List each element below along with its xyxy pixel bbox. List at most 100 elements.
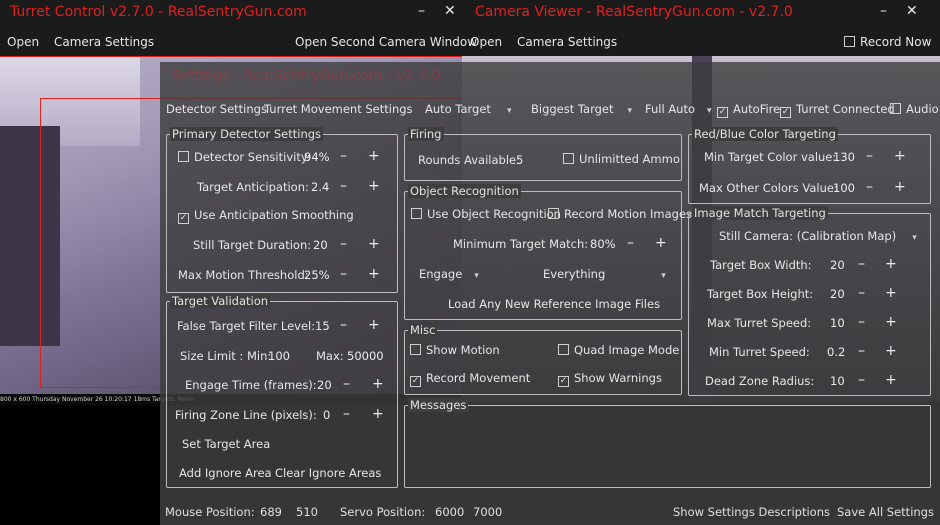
max-speed-minus-button[interactable]: – xyxy=(858,314,865,330)
size-max-label: Max: xyxy=(316,349,344,363)
show-settings-descriptions-button[interactable]: Show Settings Descriptions xyxy=(673,505,830,519)
max-other-value: 100 xyxy=(833,181,855,195)
turret-minimize-button[interactable]: – xyxy=(418,3,425,19)
show-warnings-checkbox[interactable]: ✓ Show Warnings xyxy=(558,371,662,387)
sensitivity-minus-button[interactable]: – xyxy=(340,148,347,164)
false-filter-minus-button[interactable]: – xyxy=(340,317,347,333)
save-all-settings-button[interactable]: Save All Settings xyxy=(837,505,934,519)
engage-select[interactable]: Engage ▾ xyxy=(419,267,479,281)
camera-menu-camera-settings[interactable]: Camera Settings xyxy=(517,35,617,49)
dead-zone-label: Dead Zone Radius: xyxy=(705,374,815,388)
false-filter-label: False Target Filter Level: xyxy=(177,319,316,333)
load-reference-files-button[interactable]: Load Any New Reference Image Files xyxy=(448,297,660,311)
box-height-value: 20 xyxy=(830,287,845,301)
firing-legend: Firing xyxy=(408,127,444,141)
size-max-value[interactable]: 50000 xyxy=(347,349,384,363)
turret-connected-checkbox[interactable]: ✓ Turret Connected xyxy=(780,102,895,118)
record-motion-images-checkbox[interactable]: Record Motion Images xyxy=(548,207,692,221)
check-icon: ✓ xyxy=(558,376,569,387)
firing-zone-plus-button[interactable]: + xyxy=(372,406,384,422)
still-camera-value: Still Camera: (Calibration Map) xyxy=(719,229,897,243)
min-speed-minus-button[interactable]: – xyxy=(858,343,865,359)
fire-mode-select[interactable]: Full Auto ▾ xyxy=(645,102,712,116)
tab-detector-settings[interactable]: Detector Settings xyxy=(166,102,267,116)
messages-legend: Messages xyxy=(408,398,469,412)
smoothing-label: Use Anticipation Smoothing xyxy=(194,208,354,222)
max-speed-value: 10 xyxy=(830,316,845,330)
clear-ignore-areas-button[interactable]: Clear Ignore Areas xyxy=(275,466,381,480)
menu-open-second-camera[interactable]: Open Second Camera Window xyxy=(295,35,477,49)
anticipation-smoothing-checkbox[interactable]: ✓ Use Anticipation Smoothing xyxy=(178,208,354,224)
image-match-legend: Image Match Targeting xyxy=(692,206,828,220)
audio-checkbox[interactable]: Audio xyxy=(890,102,939,116)
size-min-value[interactable]: 100 xyxy=(268,349,290,363)
dead-zone-minus-button[interactable]: – xyxy=(858,372,865,388)
tab-turret-movement-settings[interactable]: Turret Movement Settings xyxy=(264,102,413,116)
size-min-label: Size Limit : Min: xyxy=(180,349,272,363)
still-duration-minus-button[interactable]: – xyxy=(340,236,347,252)
camera-close-button[interactable]: ✕ xyxy=(906,3,918,19)
min-color-minus-button[interactable]: – xyxy=(866,148,873,164)
unlimited-check-icon xyxy=(563,153,574,164)
misc-legend: Misc xyxy=(408,323,438,337)
camera-menu-open[interactable]: Open xyxy=(470,35,502,49)
camera-window-title: Camera Viewer - RealSentryGun.com - v2.7… xyxy=(475,4,793,20)
box-width-minus-button[interactable]: – xyxy=(858,256,865,272)
turret-menu-open[interactable]: Open xyxy=(7,35,39,49)
anticipation-plus-button[interactable]: + xyxy=(368,178,380,194)
record-now-checkbox[interactable]: Record Now xyxy=(844,35,931,49)
min-speed-value: 0.2 xyxy=(827,345,846,359)
quad-image-checkbox[interactable]: Quad Image Mode xyxy=(558,343,679,357)
box-height-label: Target Box Height: xyxy=(707,287,814,301)
use-object-recognition-checkbox[interactable]: Use Object Recognition xyxy=(411,207,561,221)
unlimited-label: Unlimitted Ammo xyxy=(579,152,680,166)
max-other-minus-button[interactable]: – xyxy=(866,179,873,195)
sensitivity-plus-button[interactable]: + xyxy=(368,148,380,164)
max-motion-minus-button[interactable]: – xyxy=(340,266,347,282)
max-motion-value: 25% xyxy=(304,268,330,282)
firing-zone-line xyxy=(0,56,462,57)
firing-zone-minus-button[interactable]: – xyxy=(343,406,350,422)
detector-sensitivity-checkbox[interactable]: Detector Sensitivity: xyxy=(178,150,311,164)
add-ignore-area-button[interactable]: Add Ignore Area xyxy=(179,466,272,480)
max-other-plus-button[interactable]: + xyxy=(894,179,906,195)
target-validation-legend: Target Validation xyxy=(170,294,271,308)
camera-minimize-button[interactable]: – xyxy=(880,3,887,19)
record-now-label: Record Now xyxy=(860,35,932,49)
max-motion-label: Max Motion Threshold: xyxy=(178,268,309,282)
show-motion-checkbox[interactable]: Show Motion xyxy=(410,343,500,357)
min-match-minus-button[interactable]: – xyxy=(627,235,634,251)
box-height-plus-button[interactable]: + xyxy=(885,285,897,301)
min-speed-plus-button[interactable]: + xyxy=(885,343,897,359)
max-speed-plus-button[interactable]: + xyxy=(885,314,897,330)
engage-time-label: Engage Time (frames): xyxy=(185,378,317,392)
still-camera-select[interactable]: Still Camera: (Calibration Map) ▾ xyxy=(719,229,917,243)
turret-menu-camera-settings[interactable]: Camera Settings xyxy=(54,35,154,49)
target-mode-select[interactable]: Auto Target ▾ xyxy=(425,102,511,116)
unlimited-ammo-checkbox[interactable]: Unlimitted Ammo xyxy=(563,152,680,166)
min-match-value: 80% xyxy=(590,237,616,251)
autofire-checkbox[interactable]: ✓ AutoFire xyxy=(717,102,780,118)
engage-target-select[interactable]: Everything ▾ xyxy=(543,267,666,281)
turret-close-button[interactable]: ✕ xyxy=(444,3,456,19)
min-color-plus-button[interactable]: + xyxy=(894,148,906,164)
set-target-area-button[interactable]: Set Target Area xyxy=(182,437,270,451)
feed-bottom-area xyxy=(0,405,160,525)
color-targeting-legend: Red/Blue Color Targeting xyxy=(692,127,838,141)
anticipation-minus-button[interactable]: – xyxy=(340,178,347,194)
engage-time-minus-button[interactable]: – xyxy=(343,376,350,392)
engage-time-plus-button[interactable]: + xyxy=(372,376,384,392)
max-motion-plus-button[interactable]: + xyxy=(368,266,380,282)
dead-zone-plus-button[interactable]: + xyxy=(885,372,897,388)
target-choice-select[interactable]: Biggest Target ▾ xyxy=(531,102,632,116)
max-other-label: Max Other Colors Value: xyxy=(699,181,838,195)
false-filter-plus-button[interactable]: + xyxy=(368,317,380,333)
still-duration-plus-button[interactable]: + xyxy=(368,236,380,252)
still-duration-label: Still Target Duration: xyxy=(193,238,312,252)
record-movement-checkbox[interactable]: ✓ Record Movement xyxy=(410,371,530,387)
min-match-plus-button[interactable]: + xyxy=(655,235,667,251)
rounds-value[interactable]: 5 xyxy=(516,153,523,167)
box-height-minus-button[interactable]: – xyxy=(858,285,865,301)
box-width-plus-button[interactable]: + xyxy=(885,256,897,272)
audio-check-icon xyxy=(890,103,901,114)
